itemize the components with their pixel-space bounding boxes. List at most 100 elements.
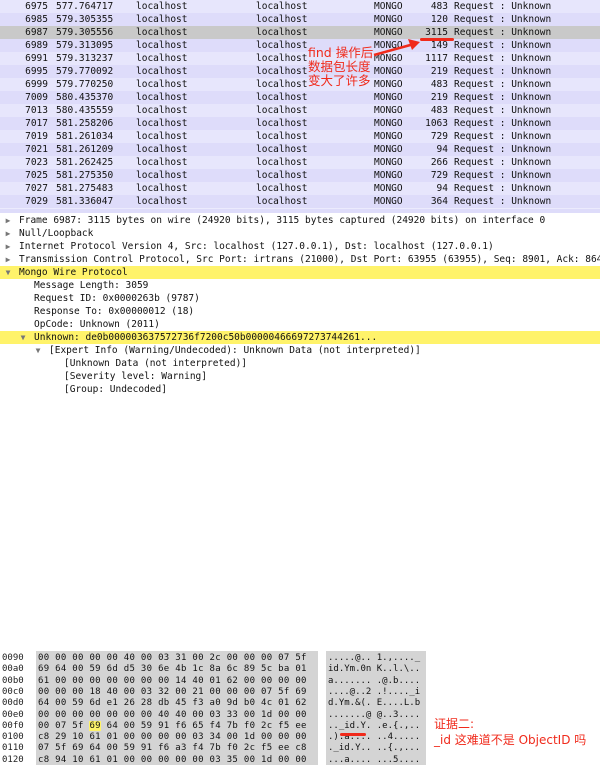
packet-length: 483 bbox=[430, 105, 448, 116]
packet-length: 266 bbox=[430, 157, 448, 168]
expanded-triangle-icon[interactable]: ▼ bbox=[19, 331, 27, 344]
packet-time: 580.435370 bbox=[56, 92, 114, 103]
packet-time: 581.275350 bbox=[56, 170, 114, 181]
packet-info: Request : Unknown bbox=[454, 1, 552, 12]
packet-list[interactable]: 6975 577.764717 localhost localhost MONGO 483… bbox=[0, 0, 600, 213]
annotation-underline-length bbox=[420, 38, 454, 41]
packet-protocol: MONGO bbox=[374, 92, 403, 103]
packet-row[interactable]: 6989 579.313095 localhost localhost MONGO 149… bbox=[0, 39, 600, 52]
packet-protocol: MONGO bbox=[374, 144, 403, 155]
expanded-triangle-icon[interactable]: ▼ bbox=[34, 344, 42, 357]
packet-destination: localhost bbox=[256, 27, 308, 38]
packet-protocol: MONGO bbox=[374, 118, 403, 129]
packet-time: 579.305355 bbox=[56, 14, 114, 25]
packet-source: localhost bbox=[136, 144, 188, 155]
tree-node[interactable]: OpCode: Unknown (2011) bbox=[0, 318, 600, 331]
packet-time: 581.261209 bbox=[56, 144, 114, 155]
tree-node[interactable]: ▼ [Expert Info (Warning/Undecoded): Unkno… bbox=[0, 344, 600, 357]
tree-node-label: [Severity level: Warning] bbox=[64, 371, 207, 382]
packet-source: localhost bbox=[136, 79, 188, 90]
packet-length: 219 bbox=[430, 66, 448, 77]
collapsed-triangle-icon[interactable]: ▶ bbox=[4, 240, 12, 253]
packet-details-tree[interactable]: ▶ Frame 6987: 3115 bytes on wire (24920 b… bbox=[0, 214, 600, 644]
packet-length: 729 bbox=[430, 170, 448, 181]
packet-info: Request : Unknown bbox=[454, 53, 552, 64]
packet-row[interactable]: 7023 581.262425 localhost localhost MONGO 266… bbox=[0, 156, 600, 169]
annotation-evidence-note: 证据二: _id 这难道不是 ObjectID 吗 bbox=[434, 716, 586, 748]
packet-row[interactable]: 6991 579.313237 localhost localhost MONGO 111… bbox=[0, 52, 600, 65]
packet-time: 579.770092 bbox=[56, 66, 114, 77]
collapsed-triangle-icon[interactable]: ▶ bbox=[4, 214, 12, 227]
packet-row[interactable]: 6985 579.305355 localhost localhost MONGO 120… bbox=[0, 13, 600, 26]
tree-node[interactable]: ▶ Transmission Control Protocol, Src Port… bbox=[0, 253, 600, 266]
packet-source: localhost bbox=[136, 53, 188, 64]
packet-source: localhost bbox=[136, 170, 188, 181]
packet-destination: localhost bbox=[256, 14, 308, 25]
tree-node-label: Internet Protocol Version 4, Src: localh… bbox=[19, 241, 494, 252]
packet-info: Request : Unknown bbox=[454, 105, 552, 116]
packet-row[interactable]: 7025 581.275350 localhost localhost MONGO 729… bbox=[0, 169, 600, 182]
packet-row[interactable]: 7009 580.435370 localhost localhost MONGO 219… bbox=[0, 91, 600, 104]
tree-node[interactable]: [Group: Undecoded] bbox=[0, 383, 600, 396]
tree-node[interactable]: Request ID: 0x0000263b (9787) bbox=[0, 292, 600, 305]
packet-no: 6989 bbox=[25, 40, 48, 51]
packet-no: 7027 bbox=[25, 183, 48, 194]
packet-destination: localhost bbox=[256, 144, 308, 155]
packet-row[interactable]: 7029 581.336047 localhost localhost MONGO 364… bbox=[0, 195, 600, 208]
packet-row[interactable]: 7027 581.275483 localhost localhost MONGO 94 R… bbox=[0, 182, 600, 195]
packet-source: localhost bbox=[136, 1, 188, 12]
packet-no: 7023 bbox=[25, 157, 48, 168]
packet-no: 7017 bbox=[25, 118, 48, 129]
packet-info: Request : Unknown bbox=[454, 118, 552, 129]
packet-info: Request : Unknown bbox=[454, 66, 552, 77]
tree-node-label: Response To: 0x00000012 (18) bbox=[34, 306, 195, 317]
packet-row[interactable]: 7013 580.435559 localhost localhost MONGO 483… bbox=[0, 104, 600, 117]
packet-no: 7021 bbox=[25, 144, 48, 155]
annotation-line: 数据包长度 bbox=[308, 59, 371, 74]
packet-source: localhost bbox=[136, 131, 188, 142]
packet-row[interactable]: 6975 577.764717 localhost localhost MONGO 483… bbox=[0, 0, 600, 13]
packet-destination: localhost bbox=[256, 157, 308, 168]
tree-node-label: Null/Loopback bbox=[19, 228, 94, 239]
packet-source: localhost bbox=[136, 14, 188, 25]
packet-info: Request : Unknown bbox=[454, 27, 552, 38]
byte-hex: c8 94 10 61 01 00 00 00 00 00 03 35 00 1… bbox=[38, 754, 307, 765]
packet-length: 94 bbox=[436, 183, 448, 194]
packet-row[interactable]: 6999 579.770250 localhost localhost MONGO 483… bbox=[0, 78, 600, 91]
packet-row[interactable]: 7017 581.258206 localhost localhost MONGO 106… bbox=[0, 117, 600, 130]
bytes-row[interactable]: 0120 c8 94 10 61 01 00 00 00 00 00 03 35 … bbox=[0, 754, 600, 766]
packet-time: 581.261034 bbox=[56, 131, 114, 142]
tree-node[interactable]: [Unknown Data (not interpreted)] bbox=[0, 357, 600, 370]
packet-row[interactable]: 6987 579.305556 localhost localhost MONGO 311… bbox=[0, 26, 600, 39]
packet-time: 581.336047 bbox=[56, 196, 114, 207]
packet-length: 483 bbox=[430, 1, 448, 12]
packet-no: 6985 bbox=[25, 14, 48, 25]
packet-source: localhost bbox=[136, 27, 188, 38]
collapsed-triangle-icon[interactable]: ▶ bbox=[4, 253, 12, 266]
packet-protocol: MONGO bbox=[374, 1, 403, 12]
packet-info: Request : Unknown bbox=[454, 144, 552, 155]
packet-no: 7025 bbox=[25, 170, 48, 181]
expanded-triangle-icon[interactable]: ▼ bbox=[4, 266, 12, 279]
packet-info: Request : Unknown bbox=[454, 131, 552, 142]
packet-protocol: MONGO bbox=[374, 157, 403, 168]
packet-row[interactable]: 7019 581.261034 localhost localhost MONGO 729… bbox=[0, 130, 600, 143]
packet-source: localhost bbox=[136, 66, 188, 77]
tree-node[interactable]: Response To: 0x00000012 (18) bbox=[0, 305, 600, 318]
tree-node[interactable]: ▼ Mongo Wire Protocol bbox=[0, 266, 600, 279]
tree-node[interactable]: Message Length: 3059 bbox=[0, 279, 600, 292]
packet-destination: localhost bbox=[256, 131, 308, 142]
tree-node[interactable]: [Severity level: Warning] bbox=[0, 370, 600, 383]
tree-node[interactable]: ▶ Null/Loopback bbox=[0, 227, 600, 240]
packet-row[interactable]: 6995 579.770092 localhost localhost MONGO 219… bbox=[0, 65, 600, 78]
packet-length: 729 bbox=[430, 131, 448, 142]
byte-offset: 0120 bbox=[2, 754, 24, 765]
tree-node[interactable]: ▶ Internet Protocol Version 4, Src: local… bbox=[0, 240, 600, 253]
packet-destination: localhost bbox=[256, 1, 308, 12]
collapsed-triangle-icon[interactable]: ▶ bbox=[4, 227, 12, 240]
tree-node-label: OpCode: Unknown (2011) bbox=[34, 319, 160, 330]
packet-destination: localhost bbox=[256, 53, 308, 64]
packet-row[interactable]: 7021 581.261209 localhost localhost MONGO 94 R… bbox=[0, 143, 600, 156]
tree-node[interactable]: ▼ Unknown: de0b000003637572736f7200c50b00… bbox=[0, 331, 600, 344]
tree-node[interactable]: ▶ Frame 6987: 3115 bytes on wire (24920 b… bbox=[0, 214, 600, 227]
